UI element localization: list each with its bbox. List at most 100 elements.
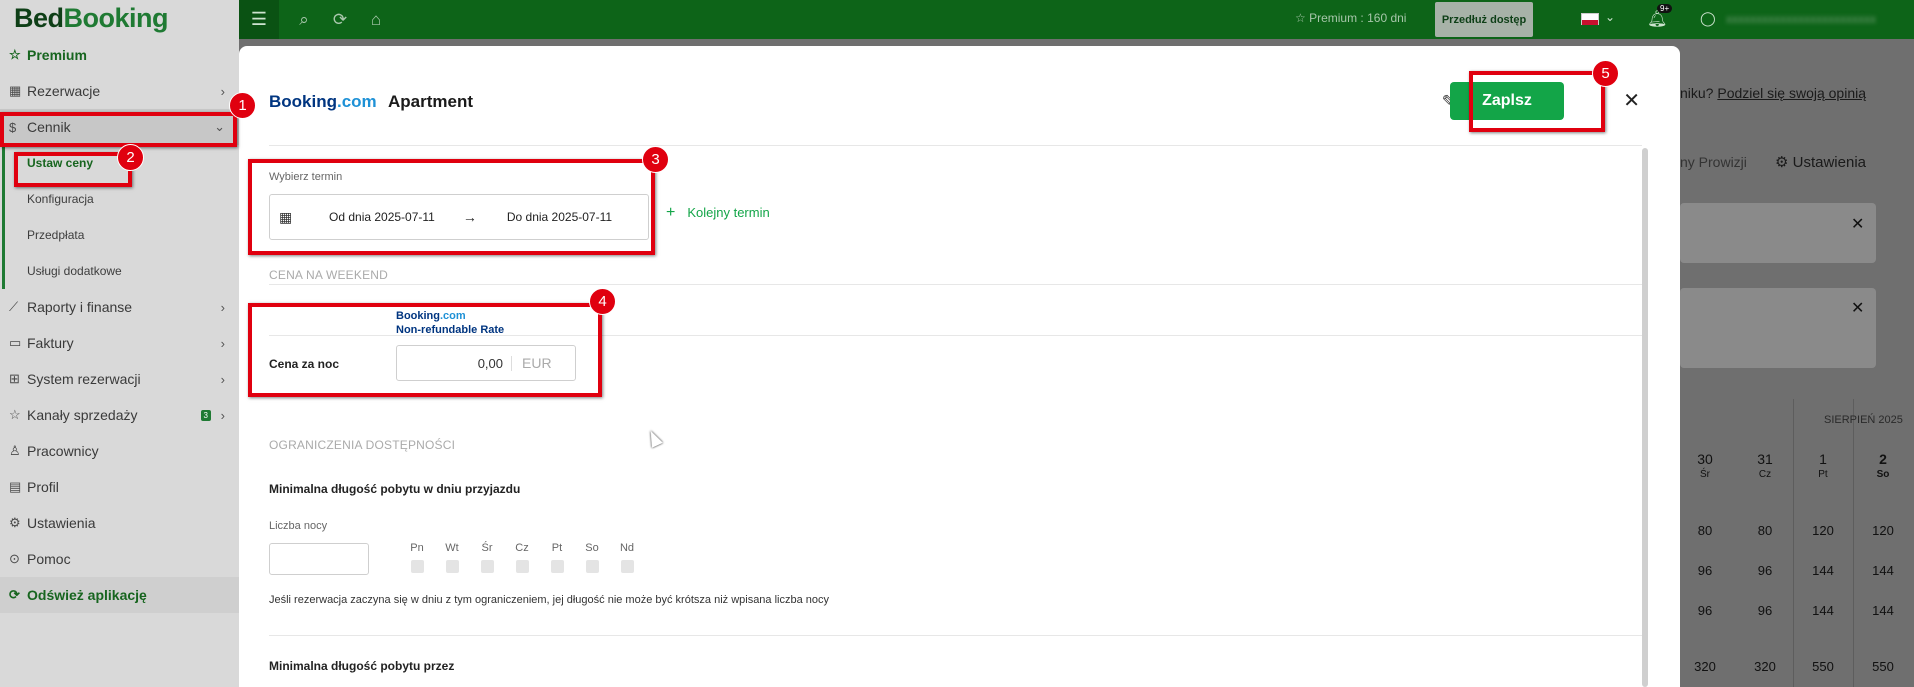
calendar-cell[interactable]: 144 bbox=[1853, 563, 1913, 578]
gear-icon: ⚙ bbox=[9, 515, 21, 530]
min-stay-arrival-heading: Minimalna długość pobytu w dniu przyjazd… bbox=[269, 482, 521, 496]
highlight-5 bbox=[1469, 71, 1605, 132]
poland-flag-icon[interactable] bbox=[1581, 13, 1599, 25]
apartment-title: Apartment bbox=[388, 92, 474, 111]
sidebar: Bed Booking ☆ Premium ▦ Rezerwacje › $ Ce… bbox=[0, 0, 239, 687]
annotation-5: 5 bbox=[1592, 60, 1619, 87]
notification-badge: 9+ bbox=[1657, 4, 1673, 13]
user-icon[interactable]: ◯ bbox=[1700, 10, 1716, 27]
sidebar-item-pomoc[interactable]: ⊙ Pomoc bbox=[0, 541, 239, 577]
bg-card bbox=[1680, 288, 1876, 368]
sidebar-item-profil[interactable]: ▤ Profil bbox=[0, 469, 239, 505]
calendar-icon: ▦ bbox=[9, 83, 22, 98]
day-checkbox-pt[interactable]: Pt bbox=[545, 542, 569, 573]
tab-commission[interactable]: ny Prowizji bbox=[1680, 154, 1747, 170]
chevron-right-icon: › bbox=[220, 83, 225, 99]
close-icon[interactable]: ✕ bbox=[1623, 88, 1640, 113]
highlight-1 bbox=[0, 112, 237, 147]
divider bbox=[269, 635, 1642, 636]
sidebar-item-faktury[interactable]: ▭ Faktury › bbox=[0, 325, 239, 361]
bg-card bbox=[1680, 203, 1876, 263]
calendar-cell[interactable]: 80 bbox=[1735, 523, 1795, 538]
chevron-right-icon: › bbox=[220, 335, 225, 351]
calendar-cell[interactable]: 96 bbox=[1675, 603, 1735, 618]
highlight-4 bbox=[248, 303, 602, 397]
help-icon: ⊙ bbox=[9, 551, 20, 566]
search-icon[interactable]: ⌕ bbox=[293, 10, 315, 30]
nights-input[interactable] bbox=[269, 543, 369, 575]
sidebar-subitem-przedplata[interactable]: Przedpłata bbox=[5, 217, 239, 253]
add-term-button[interactable]: + Kolejny termin bbox=[666, 204, 770, 222]
chevron-right-icon: › bbox=[220, 371, 225, 387]
sidebar-item-kanaly[interactable]: ☆ Kanały sprzedaży 3 › bbox=[0, 397, 239, 433]
sidebar-item-premium[interactable]: ☆ Premium bbox=[0, 37, 239, 73]
invoice-icon: ▭ bbox=[9, 335, 22, 350]
annotation-3: 3 bbox=[642, 146, 669, 173]
premium-status: ☆ Premium : 160 dni bbox=[1295, 11, 1407, 25]
sidebar-item-raporty[interactable]: ⟋ Raporty i finanse › bbox=[0, 289, 239, 325]
calendar-cell[interactable]: 320 bbox=[1735, 659, 1795, 674]
restriction-note: Jeśli rezerwacja zaczyna się w dniu z ty… bbox=[269, 594, 830, 606]
refresh-icon: ⟳ bbox=[9, 587, 20, 602]
modal-scrollbar[interactable] bbox=[1642, 148, 1648, 687]
day-checkbox-wt[interactable]: Wt bbox=[440, 542, 464, 573]
calendar-cell[interactable]: 96 bbox=[1735, 603, 1795, 618]
sidebar-item-ustawienia[interactable]: ⚙ Ustawienia bbox=[0, 505, 239, 541]
calendar-cell[interactable]: 550 bbox=[1853, 659, 1913, 674]
day-checkbox-sr[interactable]: Śr bbox=[475, 542, 499, 573]
calendar-cell[interactable]: 550 bbox=[1793, 659, 1853, 674]
chart-icon: ⟋ bbox=[9, 299, 19, 314]
day-checkbox-nd[interactable]: Nd bbox=[615, 542, 639, 573]
day-checkbox-pn[interactable]: Pn bbox=[405, 542, 429, 573]
calendar-cell[interactable]: 96 bbox=[1735, 563, 1795, 578]
chevron-right-icon: › bbox=[220, 299, 225, 315]
annotation-4: 4 bbox=[589, 288, 616, 315]
weekend-price-heading: CENA NA WEEKEND bbox=[269, 268, 389, 282]
feedback-link[interactable]: Podziel się swoją opinią bbox=[1717, 85, 1866, 101]
day-checkbox-so[interactable]: So bbox=[580, 542, 604, 573]
sidebar-item-rezerwacje[interactable]: ▦ Rezerwacje › bbox=[0, 73, 239, 109]
calendar-cell[interactable]: 120 bbox=[1853, 523, 1913, 538]
plus-icon: + bbox=[666, 204, 676, 221]
calendar-cell[interactable]: 320 bbox=[1675, 659, 1735, 674]
close-icon[interactable]: ✕ bbox=[1851, 298, 1864, 318]
refresh-icon[interactable]: ⟳ bbox=[329, 10, 351, 30]
min-stay-through-heading: Minimalna długość pobytu przez bbox=[269, 659, 455, 673]
tab-settings[interactable]: ⚙ Ustawienia bbox=[1775, 153, 1866, 171]
chevron-right-icon: › bbox=[220, 407, 225, 423]
channel-brand: Booking.com bbox=[269, 92, 377, 111]
modal-header: Booking.com Apartment ✎ Zaplsz ✕ bbox=[269, 46, 1642, 146]
feedback-prompt: niku? Podziel się swoją opinią bbox=[1680, 85, 1866, 101]
calendar-cell[interactable]: 144 bbox=[1853, 603, 1913, 618]
channels-badge: 3 bbox=[200, 409, 211, 421]
sidebar-item-system-rezerwacji[interactable]: ⊞ System rezerwacji › bbox=[0, 361, 239, 397]
calendar-cell[interactable]: 96 bbox=[1675, 563, 1735, 578]
star-outline-icon: ☆ bbox=[9, 407, 21, 422]
month-label: SIERPIEŃ 2025 bbox=[1824, 414, 1903, 426]
calendar-cell[interactable]: 144 bbox=[1793, 563, 1853, 578]
close-icon[interactable]: ✕ bbox=[1851, 214, 1864, 234]
calendar-cell[interactable]: 80 bbox=[1675, 523, 1735, 538]
sidebar-subitem-uslugi-dodatkowe[interactable]: Usługi dodatkowe bbox=[5, 253, 239, 289]
app-logo[interactable]: Bed Booking bbox=[0, 0, 239, 37]
user-name[interactable]: xxxxxxxxxxxxxxxxxxxxxxxxx bbox=[1726, 12, 1876, 26]
calendar-grid: SIERPIEŃ 2025 30 Śr 31 Cz 1 Pt 2 So 80 8… bbox=[1680, 399, 1914, 687]
menu-icon[interactable]: ☰ bbox=[239, 0, 279, 39]
gear-icon: ⚙ bbox=[1775, 154, 1789, 171]
highlight-3 bbox=[248, 159, 655, 255]
highlight-2 bbox=[14, 152, 132, 187]
sidebar-item-pracownicy[interactable]: ♙ Pracownicy bbox=[0, 433, 239, 469]
home-icon[interactable]: ⌂ bbox=[365, 10, 387, 30]
nights-label: Liczba nocy bbox=[269, 520, 328, 532]
calendar-cell[interactable]: 144 bbox=[1793, 603, 1853, 618]
annotation-1: 1 bbox=[229, 92, 256, 119]
star-icon: ☆ bbox=[9, 47, 21, 62]
extend-access-button[interactable]: Przedłuż dostęp bbox=[1435, 2, 1533, 37]
restrictions-heading: OGRANICZENIA DOSTĘPNOŚCI bbox=[269, 438, 456, 452]
top-bar: ☰ ⌕ ⟳ ⌂ ☆ Premium : 160 dni Przedłuż dos… bbox=[239, 0, 1914, 39]
day-checkbox-cz[interactable]: Cz bbox=[510, 542, 534, 573]
calendar-cell[interactable]: 120 bbox=[1793, 523, 1853, 538]
refresh-app-button[interactable]: ⟳ Odśwież aplikację bbox=[0, 577, 239, 613]
chevron-down-icon[interactable]: ⌄ bbox=[1605, 10, 1615, 24]
grid-icon: ⊞ bbox=[9, 371, 20, 386]
